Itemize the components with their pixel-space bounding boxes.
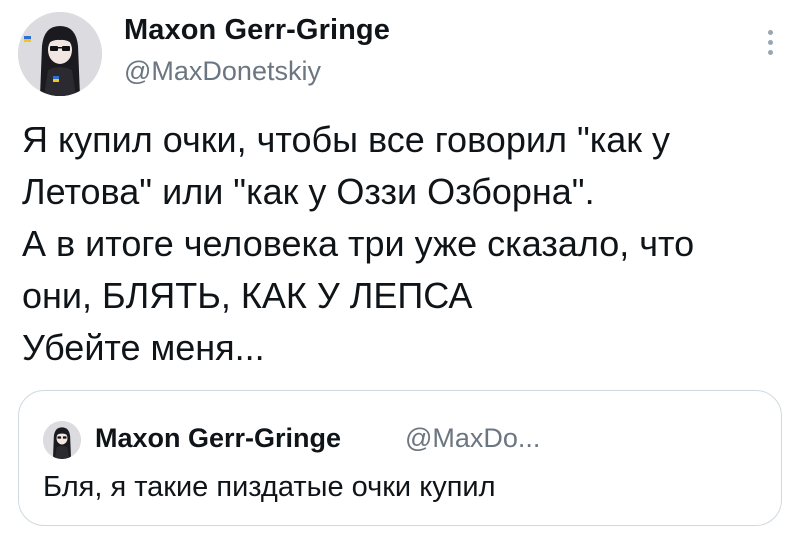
quoted-author-handle: @MaxDo... xyxy=(405,423,541,453)
more-dot xyxy=(767,50,773,55)
tweet-text-line: они, БЛЯТЬ, КАК У ЛЕПСА xyxy=(22,275,473,316)
tweet-text-line: А в итоге человека три уже сказало, что xyxy=(22,223,695,264)
more-dot xyxy=(767,40,773,45)
tweet: Maxon Gerr-Gringe @MaxDonetskiy Я купил … xyxy=(0,0,800,540)
quoted-tweet-text: Бля, я такие пиздатые очки купил xyxy=(43,471,496,503)
avatar-girl-glasses-icon xyxy=(43,421,81,459)
avatar-girl-glasses-icon xyxy=(18,12,102,96)
more-vertical-icon[interactable] xyxy=(762,30,778,64)
quoted-tweet[interactable]: Maxon Gerr-Gringe @MaxDo... Бля, я такие… xyxy=(18,390,782,526)
author-handle[interactable]: @MaxDonetskiy xyxy=(124,56,321,87)
author-avatar[interactable] xyxy=(18,12,102,96)
tweet-text-line: Убейте меня... xyxy=(22,327,265,368)
tweet-text-line: Летова" или "как у Оззи Озборна". xyxy=(22,171,595,212)
more-dot xyxy=(767,30,773,35)
tweet-text: Я купил очки, чтобы все говорил "как у Л… xyxy=(22,114,792,374)
quoted-author-display-name: Maxon Gerr-Gringe xyxy=(95,423,342,453)
quoted-author-avatar xyxy=(43,421,81,459)
tweet-text-line: Я купил очки, чтобы все говорил "как у xyxy=(22,119,671,160)
author-display-name[interactable]: Maxon Gerr-Gringe xyxy=(124,14,390,47)
